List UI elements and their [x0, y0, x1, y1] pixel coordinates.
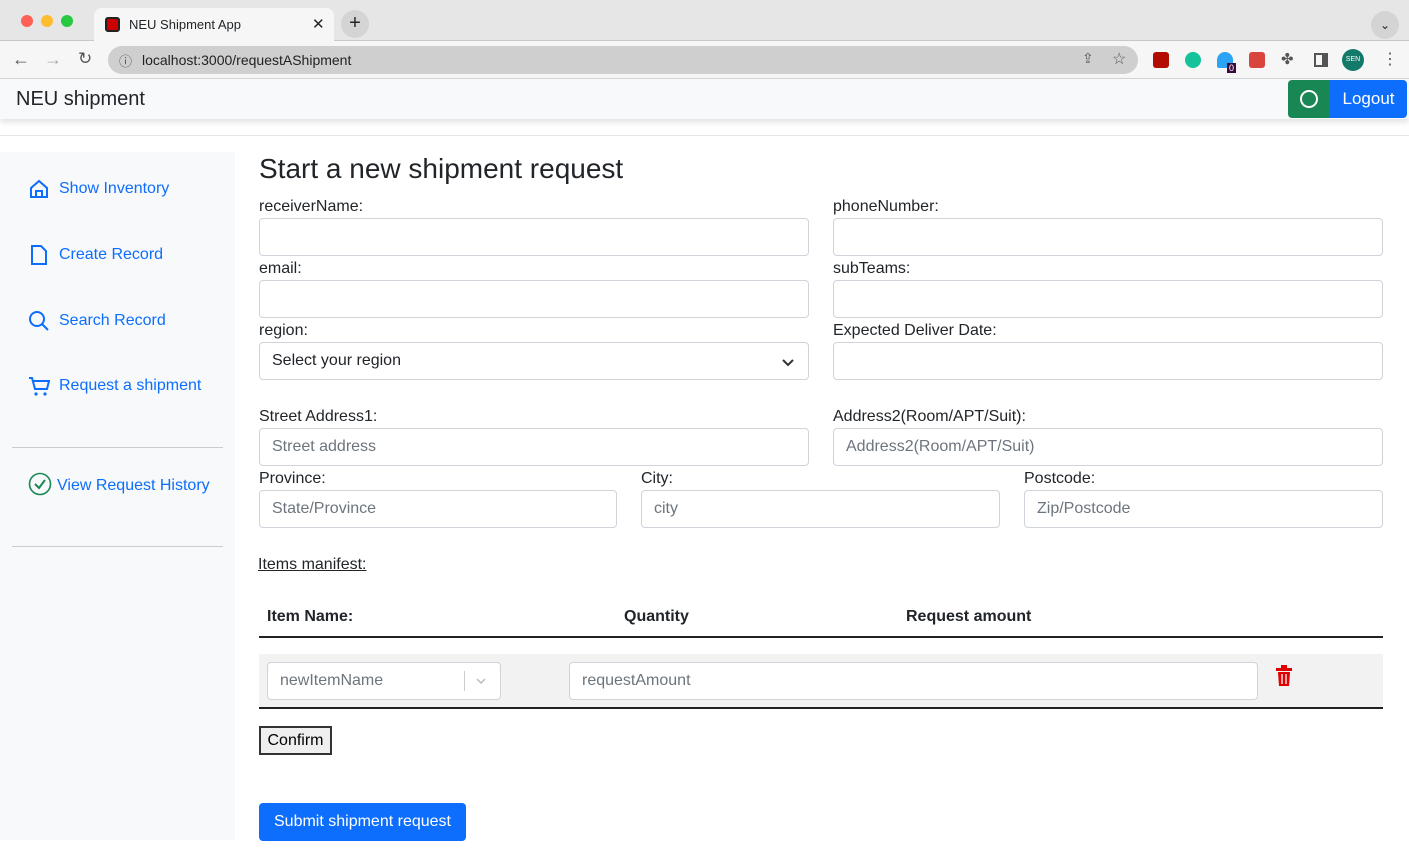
select-separator: [464, 671, 465, 691]
table-header-border: [259, 636, 1383, 638]
tab-title: NEU Shipment App: [129, 17, 242, 32]
region-select[interactable]: Select your region: [259, 342, 809, 380]
new-tab-button[interactable]: +: [341, 10, 369, 38]
menu-kebab-icon[interactable]: ⋮: [1382, 49, 1398, 69]
address2-label: Address2(Room/APT/Suit):: [833, 408, 1026, 425]
bookmark-star-icon[interactable]: ☆: [1112, 49, 1126, 69]
tab-search-button[interactable]: ⌄: [1371, 11, 1399, 39]
reload-icon[interactable]: ↻: [78, 49, 92, 69]
brand[interactable]: NEU shipment: [16, 88, 145, 111]
item-name-select[interactable]: newItemName: [267, 662, 501, 700]
browser-toolbar: ← → ↻ ⓘ localhost:3000/requestAShipment …: [0, 41, 1409, 79]
phone-number-input[interactable]: [833, 218, 1383, 256]
sidebar-item-create-record[interactable]: Create Record: [28, 244, 163, 266]
chevron-down-icon: [476, 678, 486, 685]
city-input[interactable]: city: [641, 490, 1000, 528]
house-icon: [30, 179, 48, 198]
search-icon: [29, 311, 49, 331]
province-label: Province:: [259, 470, 326, 487]
app-navbar: NEU shipment Logout: [0, 79, 1409, 119]
forward-icon[interactable]: →: [44, 49, 62, 70]
receiver-name-label: receiverName:: [259, 198, 364, 215]
favicon-icon: [105, 17, 120, 32]
check-circle-icon: [28, 472, 52, 496]
browser-tab[interactable]: NEU Shipment App ✕: [94, 8, 334, 42]
sidebar-item-label: Request a shipment: [59, 377, 202, 394]
table-row: newItemName requestAmount: [259, 654, 1383, 709]
close-window-button[interactable]: [21, 15, 33, 27]
submit-shipment-request-button[interactable]: Submit shipment request: [259, 803, 466, 841]
address2-input[interactable]: Address2(Room/APT/Suit): [833, 428, 1383, 466]
minimize-window-button[interactable]: [41, 15, 53, 27]
email-input[interactable]: [259, 280, 809, 318]
grammarly-extension-icon[interactable]: [1185, 52, 1201, 68]
column-header-quantity: Quantity: [624, 608, 689, 625]
region-selected-value: Select your region: [272, 352, 401, 369]
info-icon: ⓘ: [119, 54, 133, 69]
page-title: Start a new shipment request: [259, 153, 624, 184]
sidebar-divider: [12, 546, 223, 547]
react-devtools-extension-icon[interactable]: [1249, 52, 1265, 68]
extension-badge: 0: [1227, 63, 1237, 73]
chevron-down-icon: [782, 359, 794, 367]
request-amount-input[interactable]: requestAmount: [569, 662, 1258, 700]
browser-tab-bar: NEU Shipment App ✕ + ⌄: [0, 0, 1409, 42]
phone-number-label: phoneNumber:: [833, 198, 939, 215]
profile-avatar[interactable]: SEN: [1342, 49, 1364, 71]
sidebar-item-label: Show Inventory: [59, 180, 170, 197]
postcode-input[interactable]: Zip/Postcode: [1024, 490, 1383, 528]
close-tab-icon[interactable]: ✕: [312, 15, 325, 33]
maximize-window-button[interactable]: [61, 15, 73, 27]
street-input[interactable]: Street address: [259, 428, 809, 466]
address-bar[interactable]: ⓘ localhost:3000/requestAShipment ⇪ ☆: [108, 46, 1138, 74]
sidebar-item-label: Create Record: [59, 246, 164, 263]
share-icon[interactable]: ⇪: [1082, 50, 1094, 67]
sidebar-item-search-record[interactable]: Search Record: [28, 310, 166, 332]
item-name-placeholder: newItemName: [280, 672, 384, 689]
divider: [0, 135, 1409, 136]
email-label: email:: [259, 260, 302, 277]
items-manifest-label: Items manifest:: [258, 556, 367, 573]
postcode-label: Postcode:: [1024, 470, 1096, 487]
sidebar-divider: [12, 447, 223, 448]
sidebar: Show Inventory Create Record Search Reco…: [0, 152, 235, 840]
logout-button[interactable]: Logout: [1330, 80, 1407, 118]
street-label: Street Address1:: [259, 408, 378, 425]
back-icon[interactable]: ←: [12, 49, 30, 70]
file-icon: [31, 245, 47, 265]
column-header-item-name: Item Name:: [267, 608, 354, 625]
city-label: City:: [641, 470, 673, 487]
column-header-request-amount: Request amount: [906, 608, 1032, 625]
url-text: localhost:3000/requestAShipment: [142, 52, 352, 68]
cart-icon: [29, 377, 50, 396]
sidebar-item-view-request-history[interactable]: View Request History: [28, 472, 218, 499]
trash-icon[interactable]: [1275, 665, 1293, 687]
receiver-name-input[interactable]: [259, 218, 809, 256]
sidebar-item-label: View Request History: [57, 477, 210, 494]
pdf-extension-icon[interactable]: [1153, 52, 1169, 68]
deliver-date-input[interactable]: [833, 342, 1383, 380]
user-circle-icon: [1300, 90, 1318, 108]
side-panel-icon[interactable]: [1314, 53, 1328, 67]
confirm-button[interactable]: Confirm: [259, 726, 332, 755]
region-label: region:: [259, 322, 308, 339]
sidebar-item-show-inventory[interactable]: Show Inventory: [28, 178, 169, 200]
subteams-input[interactable]: [833, 280, 1383, 318]
deliver-date-label: Expected Deliver Date:: [833, 322, 997, 339]
extensions-puzzle-icon[interactable]: ✤: [1281, 50, 1294, 68]
subteams-label: subTeams:: [833, 260, 911, 277]
user-profile-button[interactable]: [1288, 80, 1330, 118]
sidebar-item-label: Search Record: [59, 312, 166, 329]
province-input[interactable]: State/Province: [259, 490, 617, 528]
sidebar-item-request-shipment[interactable]: Request a shipment: [28, 375, 201, 397]
